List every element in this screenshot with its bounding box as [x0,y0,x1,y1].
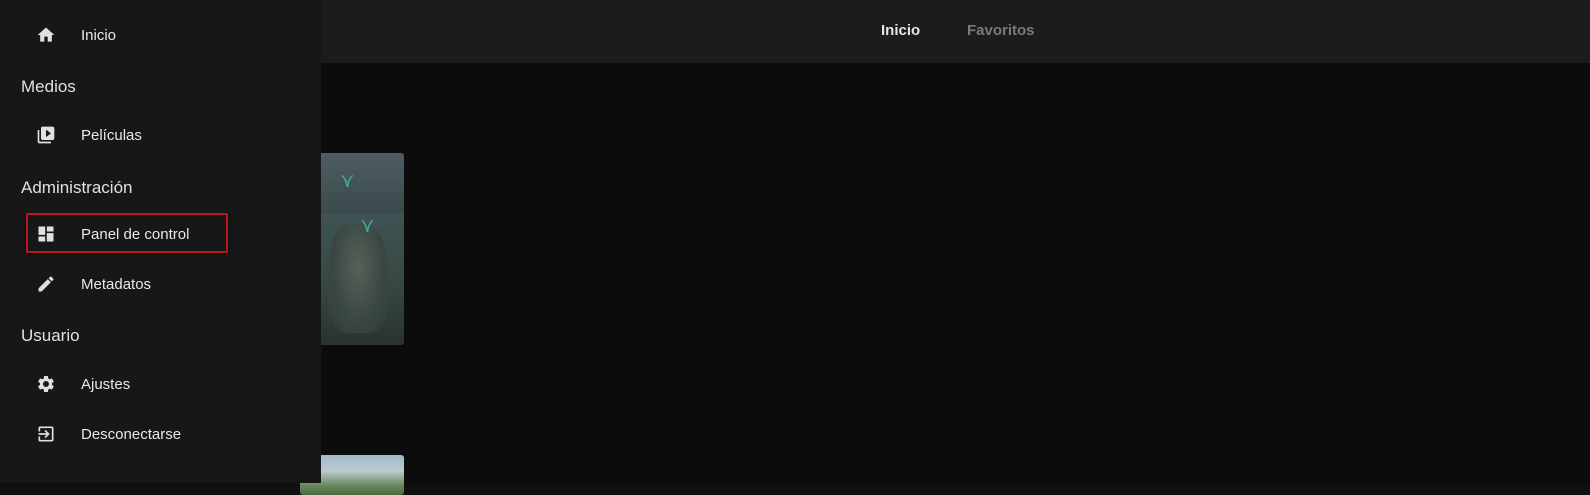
sidebar-item-label: Metadatos [81,275,152,293]
pencil-icon [36,274,56,294]
home-icon [36,25,56,45]
tab-home[interactable]: Inicio [881,22,920,39]
sidebar-item-home[interactable]: Inicio [0,15,321,55]
sidebar-item-dashboard[interactable]: Panel de control [0,214,321,254]
gear-icon [36,374,56,394]
sidebar-drawer: Inicio Medios Películas Administración P… [0,0,321,483]
sidebar-item-label: Desconectarse [81,425,182,443]
sidebar-item-settings[interactable]: Ajustes [0,364,321,404]
poster-creature: ⋎ [340,170,355,192]
poster-floating-rock [328,223,388,333]
sidebar-item-metadata[interactable]: Metadatos [0,264,321,304]
dashboard-icon [36,224,56,244]
logout-icon [36,424,56,444]
sidebar-item-label: Películas [81,126,142,144]
section-title-media: Medios [21,77,76,96]
sidebar-item-label: Inicio [81,26,117,44]
section-title-user: Usuario [21,326,80,345]
video-library-icon [36,125,56,145]
sidebar-item-movies[interactable]: Películas [0,115,321,155]
sidebar-item-label: Panel de control [81,225,190,243]
sidebar-item-label: Ajustes [81,375,131,393]
section-title-administration: Administración [21,178,133,197]
sidebar-item-logout[interactable]: Desconectarse [0,414,321,454]
poster-creature: ⋎ [360,215,375,237]
tab-favorites[interactable]: Favoritos [967,22,1035,39]
